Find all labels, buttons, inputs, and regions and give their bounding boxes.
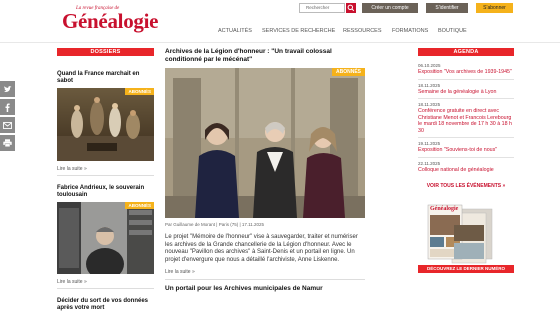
latest-issue-promo[interactable]: Généalogie DÉCOUVREZ LE DERNIER NUMÉRO bbox=[418, 203, 514, 273]
read-more-link[interactable]: Lire la suite » bbox=[57, 279, 154, 285]
twitter-share-button[interactable] bbox=[0, 81, 15, 97]
article-hero-image[interactable]: ABONNÉS bbox=[165, 68, 365, 218]
dossier-thumbnail[interactable]: ABONNÉS bbox=[57, 88, 154, 161]
latest-issue-banner[interactable]: DÉCOUVREZ LE DERNIER NUMÉRO bbox=[418, 265, 514, 273]
email-share-button[interactable] bbox=[0, 117, 15, 133]
featured-article: Archives de la Légion d'honneur : "Un tr… bbox=[165, 48, 365, 292]
divider bbox=[57, 175, 154, 176]
nav-services-recherche[interactable]: SERVICES DE RECHERCHE bbox=[262, 28, 335, 34]
twitter-icon bbox=[3, 85, 11, 92]
dossiers-heading: DOSSIERS bbox=[57, 48, 154, 56]
subscribe-button[interactable]: S'abonner bbox=[476, 3, 513, 13]
agenda-item[interactable]: 06.10.2025 Exposition "Vos archives de 1… bbox=[418, 60, 514, 80]
facebook-icon bbox=[5, 103, 10, 112]
dossiers-column: DOSSIERS Quand la France marchait en sab… bbox=[57, 48, 154, 312]
event-date: 18.11.2025 bbox=[418, 102, 441, 107]
magazine-covers-image bbox=[427, 204, 493, 264]
article-title[interactable]: Archives de la Légion d'honneur : "Un tr… bbox=[165, 48, 365, 63]
all-events-link[interactable]: VOIR TOUS LES ÉVÉNEMENTS » bbox=[418, 183, 514, 189]
divider bbox=[165, 279, 365, 280]
agenda-item[interactable]: 18.11.2025 Conférence gratuite en direct… bbox=[418, 99, 514, 138]
painting-image bbox=[57, 88, 154, 161]
subscribers-badge: ABONNÉS bbox=[125, 202, 154, 209]
event-title[interactable]: Colloque national de généalogie bbox=[418, 167, 514, 174]
create-account-button[interactable]: Créer un compte bbox=[362, 3, 418, 13]
subscribers-badge: ABONNÉS bbox=[125, 88, 154, 95]
article-summary: Le projet "Mémoire de l'honneur" vise à … bbox=[165, 234, 358, 263]
read-more-link[interactable]: Lire la suite » bbox=[165, 269, 365, 275]
magazine-title: Généalogie bbox=[430, 206, 459, 212]
nav-actualites[interactable]: ACTUALITÉS bbox=[218, 28, 252, 34]
agenda-item[interactable]: 22.11.2025 Colloque national de généalog… bbox=[418, 158, 514, 177]
next-article-title[interactable]: Un portail pour les Archives municipales… bbox=[165, 285, 365, 292]
event-title[interactable]: Conférence gratuite en direct avec Chris… bbox=[418, 108, 514, 134]
three-women-photo bbox=[165, 68, 365, 218]
event-date: 19.11.2025 bbox=[418, 141, 441, 146]
envelope-icon bbox=[3, 121, 12, 129]
event-title[interactable]: Semaine de la généalogie à Lyon bbox=[418, 89, 514, 96]
event-date: 18.11.2025 bbox=[418, 82, 441, 88]
agenda-item[interactable]: 19.11.2025 Exposition "Souviens-toi de n… bbox=[418, 138, 514, 158]
event-date: 22.11.2025 bbox=[418, 160, 441, 166]
dossier-title[interactable]: Quand la France marchait en sabot bbox=[57, 71, 154, 85]
search-icon bbox=[347, 4, 355, 12]
event-title[interactable]: Exposition "Souviens-toi de nous" bbox=[418, 147, 514, 154]
agenda-item[interactable]: 18.11.2025 Semaine de la généalogie à Ly… bbox=[418, 80, 514, 99]
login-button[interactable]: S'identifier bbox=[426, 3, 468, 13]
dossier-title[interactable]: Fabrice Andrieux, le souverain toulousai… bbox=[57, 185, 154, 199]
agenda-column: AGENDA 06.10.2025 Exposition "Vos archiv… bbox=[418, 48, 514, 273]
event-title[interactable]: Exposition "Vos archives de 1939-1945" bbox=[418, 69, 514, 76]
divider bbox=[57, 288, 154, 289]
portrait-photo bbox=[57, 202, 154, 274]
nav-ressources[interactable]: RESSOURCES bbox=[343, 28, 382, 34]
nav-formations[interactable]: FORMATIONS bbox=[392, 28, 428, 34]
dossier-title[interactable]: Décider du sort de vos données après vot… bbox=[57, 298, 154, 312]
agenda-heading: AGENDA bbox=[418, 48, 514, 56]
share-sidebar bbox=[0, 81, 16, 153]
search-button[interactable] bbox=[346, 3, 356, 13]
nav-boutique[interactable]: BOUTIQUE bbox=[438, 28, 467, 34]
read-more-link[interactable]: Lire la suite » bbox=[57, 166, 154, 172]
article-byline: Par Guillaume de Morant | Paris (75) | 1… bbox=[165, 222, 265, 227]
page: La revue française de Généalogie Recherc… bbox=[0, 0, 560, 315]
subscribers-badge: ABONNÉS bbox=[331, 68, 365, 76]
facebook-share-button[interactable] bbox=[0, 99, 15, 115]
event-date: 06.10.2025 bbox=[418, 63, 441, 68]
print-button[interactable] bbox=[0, 135, 15, 151]
printer-icon bbox=[3, 139, 12, 147]
search-input[interactable]: Rechercher bbox=[299, 3, 345, 13]
header-divider bbox=[0, 42, 560, 43]
dossier-thumbnail[interactable]: ABONNÉS bbox=[57, 202, 154, 274]
main-nav: ACTUALITÉS SERVICES DE RECHERCHE RESSOUR… bbox=[0, 28, 560, 38]
